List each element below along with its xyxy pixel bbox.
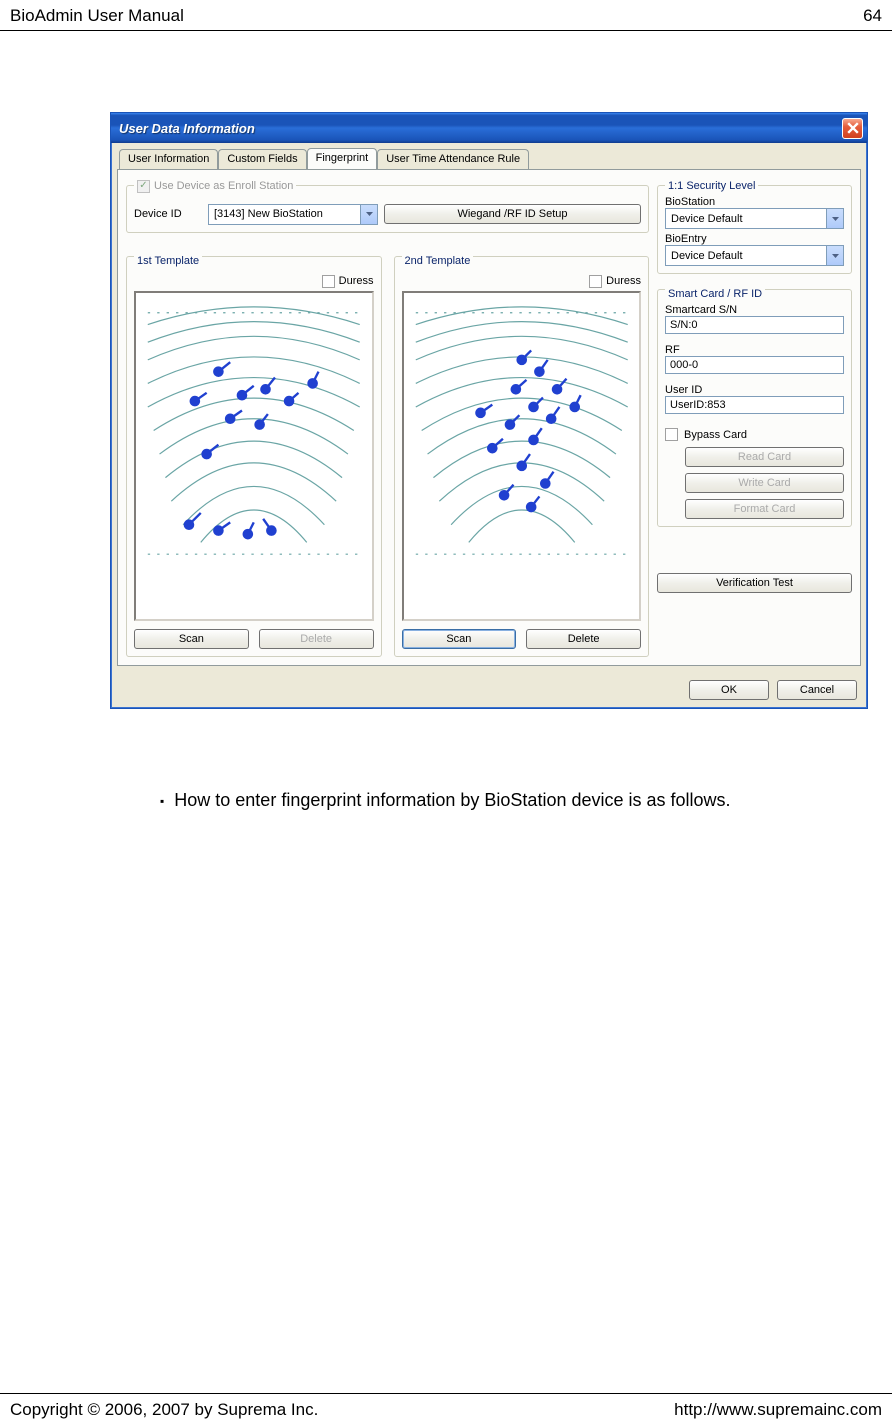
page-header: BioAdmin User Manual 64 xyxy=(0,0,892,31)
biostation-combo[interactable]: Device Default xyxy=(665,208,844,229)
wiegand-setup-button[interactable]: Wiegand /RF ID Setup xyxy=(384,204,641,224)
template-2-delete-button[interactable]: Delete xyxy=(526,629,641,649)
template-1-group: 1st Template Duress xyxy=(126,249,382,657)
tab-user-information[interactable]: User Information xyxy=(119,149,218,170)
smartcard-sn-input[interactable] xyxy=(665,316,844,334)
template-1-delete-button[interactable]: Delete xyxy=(259,629,374,649)
template-1-duress-label: Duress xyxy=(339,275,374,287)
device-id-combo[interactable]: [3143] New BioStation xyxy=(208,204,378,225)
biostation-value: Device Default xyxy=(666,213,826,225)
tab-time-attendance[interactable]: User Time Attendance Rule xyxy=(377,149,529,170)
close-icon xyxy=(847,122,859,134)
fingerprint-icon xyxy=(136,301,372,584)
footer-url: http://www.supremainc.com xyxy=(674,1400,882,1420)
tab-fingerprint[interactable]: Fingerprint xyxy=(307,148,378,169)
template-1-scan-button[interactable]: Scan xyxy=(134,629,249,649)
template-2-scan-button[interactable]: Scan xyxy=(402,629,517,649)
template-2-fingerprint-display xyxy=(402,291,642,621)
template-2-duress-label: Duress xyxy=(606,275,641,287)
security-level-legend: 1:1 Security Level xyxy=(665,180,758,192)
security-level-group: 1:1 Security Level BioStation Device Def… xyxy=(657,178,852,274)
footer-copyright: Copyright © 2006, 2007 by Suprema Inc. xyxy=(10,1400,318,1420)
format-card-button[interactable]: Format Card xyxy=(685,499,844,519)
tab-custom-fields[interactable]: Custom Fields xyxy=(218,149,306,170)
page-footer: Copyright © 2006, 2007 by Suprema Inc. h… xyxy=(0,1393,892,1426)
enroll-station-legend: Use Device as Enroll Station xyxy=(154,180,293,192)
rf-input[interactable] xyxy=(665,356,844,374)
smartcard-sn-label: Smartcard S/N xyxy=(665,304,844,316)
cancel-button[interactable]: Cancel xyxy=(777,680,857,700)
template-1-duress-checkbox[interactable] xyxy=(322,275,335,288)
read-card-button[interactable]: Read Card xyxy=(685,447,844,467)
dialog-footer: OK Cancel xyxy=(111,672,867,708)
rf-label: RF xyxy=(665,344,844,356)
bioentry-combo[interactable]: Device Default xyxy=(665,245,844,266)
userid-label: User ID xyxy=(665,384,844,396)
tab-panel: ✓ Use Device as Enroll Station Device ID… xyxy=(117,169,861,666)
bullet-icon: ▪ xyxy=(160,790,164,811)
device-id-label: Device ID xyxy=(134,208,202,220)
tab-strip: User Information Custom Fields Fingerpri… xyxy=(111,143,867,169)
template-1-legend: 1st Template xyxy=(134,255,202,267)
template-2-group: 2nd Template Duress xyxy=(394,249,650,657)
chevron-down-icon xyxy=(360,205,377,224)
write-card-button[interactable]: Write Card xyxy=(685,473,844,493)
page-number: 64 xyxy=(863,6,882,26)
titlebar: User Data Information xyxy=(111,113,867,143)
bioentry-value: Device Default xyxy=(666,250,826,262)
userid-input[interactable] xyxy=(665,396,844,414)
verification-test-button[interactable]: Verification Test xyxy=(657,573,852,593)
template-1-fingerprint-display xyxy=(134,291,374,621)
doc-title: BioAdmin User Manual xyxy=(10,6,184,26)
template-2-legend: 2nd Template xyxy=(402,255,474,267)
smartcard-group: Smart Card / RF ID Smartcard S/N RF User… xyxy=(657,282,852,527)
bypass-card-label: Bypass Card xyxy=(684,429,747,441)
close-button[interactable] xyxy=(842,118,863,139)
enroll-station-group: ✓ Use Device as Enroll Station Device ID… xyxy=(126,178,649,233)
chevron-down-icon xyxy=(826,246,843,265)
chevron-down-icon xyxy=(826,209,843,228)
body-bullet: ▪ How to enter fingerprint information b… xyxy=(160,790,731,811)
enroll-station-checkbox[interactable]: ✓ xyxy=(137,180,150,193)
bioentry-label: BioEntry xyxy=(665,233,844,245)
titlebar-text: User Data Information xyxy=(119,121,255,136)
biostation-label: BioStation xyxy=(665,196,844,208)
bypass-card-checkbox[interactable] xyxy=(665,428,678,441)
device-id-value: [3143] New BioStation xyxy=(209,208,360,220)
template-2-duress-checkbox[interactable] xyxy=(589,275,602,288)
dialog-window: User Data Information User Information C… xyxy=(110,112,868,709)
bullet-content: How to enter fingerprint information by … xyxy=(174,790,730,811)
fingerprint-icon xyxy=(404,301,640,584)
ok-button[interactable]: OK xyxy=(689,680,769,700)
smartcard-legend: Smart Card / RF ID xyxy=(665,288,765,300)
